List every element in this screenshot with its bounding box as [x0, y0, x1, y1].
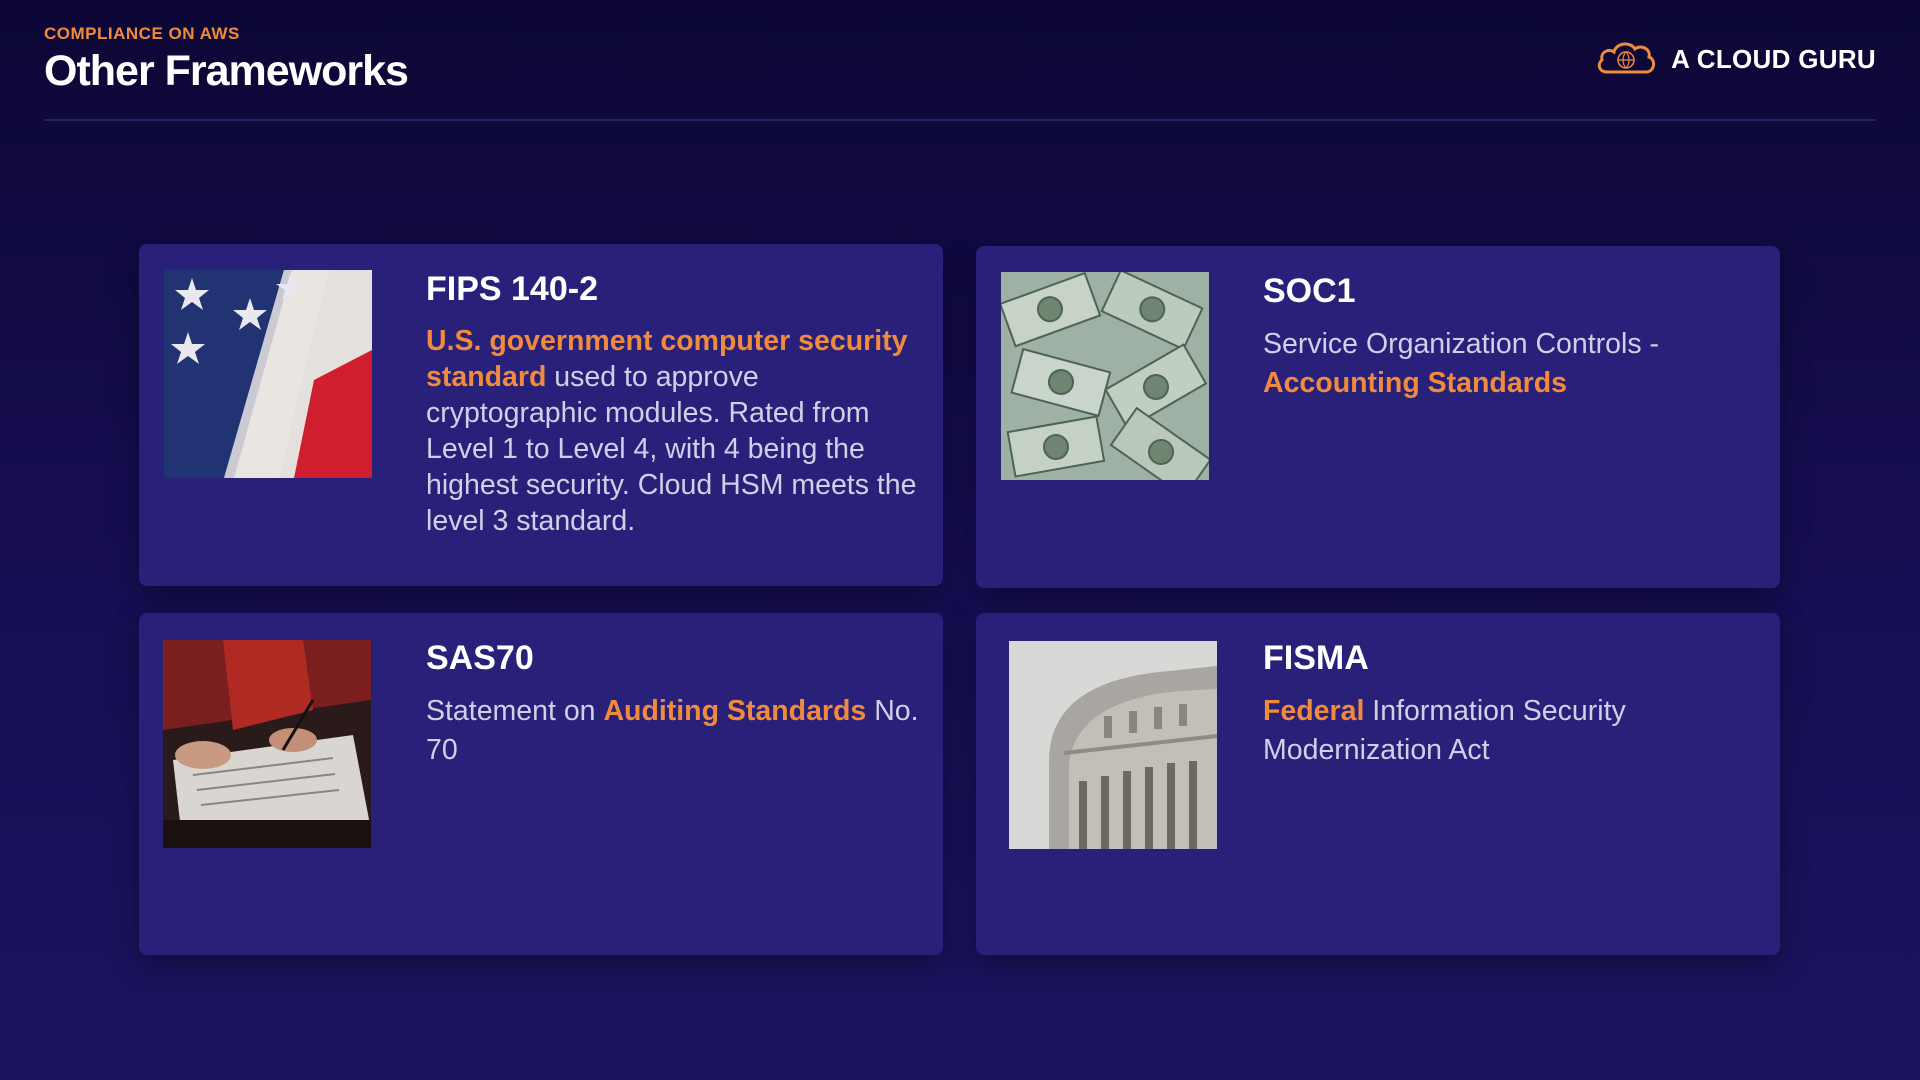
- card-sas70: SAS70 Statement on Auditing Standards No…: [139, 613, 943, 955]
- card-title: FIPS 140-2: [426, 270, 598, 308]
- brand-logo: A CLOUD GURU: [1595, 38, 1876, 81]
- card-content: FIPS 140-2 U.S. government computer secu…: [426, 270, 923, 539]
- card-title: FISMA: [1263, 639, 1369, 677]
- card-fisma: FISMA Federal Information Security Moder…: [976, 613, 1780, 955]
- header-divider: [44, 119, 1876, 121]
- page-title: Other Frameworks: [44, 47, 409, 95]
- card-title: SAS70: [426, 639, 534, 677]
- highlight-text: Accounting Standards: [1263, 367, 1568, 399]
- card-title: SOC1: [1263, 272, 1356, 310]
- card-description: Statement on Auditing Standards No. 70: [426, 692, 923, 770]
- section-eyebrow: COMPLIANCE ON AWS: [44, 24, 240, 43]
- dollar-bills-image: [1001, 272, 1209, 480]
- highlight-text: Auditing Standards: [603, 695, 867, 727]
- card-description: Service Organization Controls - Accounti…: [1263, 325, 1760, 403]
- card-content: FISMA Federal Information Security Moder…: [1263, 639, 1760, 770]
- highlight-text: Federal: [1263, 695, 1365, 727]
- card-fips: FIPS 140-2 U.S. government computer secu…: [139, 244, 943, 586]
- description-text: Statement on: [426, 695, 604, 727]
- capitol-dome-image: [1009, 641, 1217, 849]
- card-soc1: SOC1 Service Organization Controls - Acc…: [976, 246, 1780, 588]
- card-content: SOC1 Service Organization Controls - Acc…: [1263, 272, 1760, 403]
- brand-name: A CLOUD GURU: [1671, 44, 1876, 74]
- card-description: Federal Information Security Modernizati…: [1263, 692, 1760, 770]
- cloud-logo-icon: [1595, 38, 1657, 81]
- card-content: SAS70 Statement on Auditing Standards No…: [426, 639, 923, 770]
- description-text: Service Organization Controls -: [1263, 328, 1659, 360]
- signing-documents-image: [163, 640, 371, 848]
- card-description: U.S. government computer security standa…: [426, 323, 923, 539]
- us-flag-image: [164, 270, 372, 478]
- slide-header: COMPLIANCE ON AWS Other Frameworks: [44, 24, 409, 96]
